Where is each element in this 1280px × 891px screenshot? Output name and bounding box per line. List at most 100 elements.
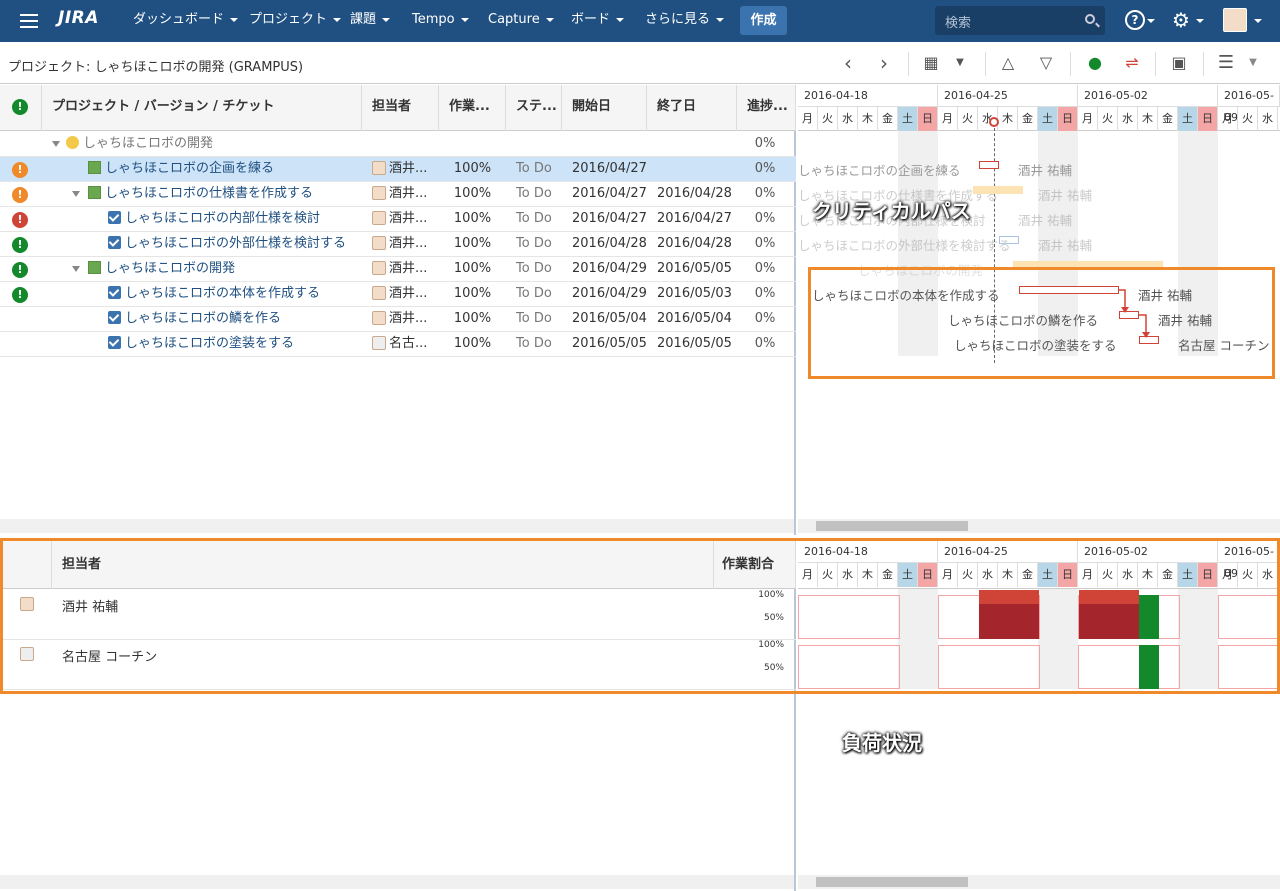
assignee-header[interactable]: 担当者 (52, 541, 714, 589)
end-cell: 2016/05/05 (657, 261, 732, 276)
scale-100: 100% (758, 640, 784, 650)
name-cell[interactable]: しゃちほこロボの仕様書を作成する (72, 182, 313, 207)
resource-scrollbar[interactable] (0, 875, 794, 889)
nav-dashboard[interactable]: ダッシュボード (133, 0, 239, 42)
scale-50: 50% (763, 613, 784, 623)
load-scrollbar[interactable] (798, 875, 1280, 889)
story-icon (88, 261, 101, 274)
name-cell[interactable]: しゃちほこロボの内部仕様を検討 (108, 207, 320, 232)
scale-50: 50% (763, 663, 784, 673)
name-header[interactable]: プロジェクト / バージョン / チケット (42, 85, 362, 131)
table-row[interactable]: しゃちほこロボの塗装をする 名古... 100% To Do 2016/05/0… (0, 332, 796, 357)
expand-down-icon[interactable]: ▽ (1034, 50, 1058, 76)
start-cell: 2016/04/29 (572, 286, 647, 301)
day-label: 木 (858, 563, 878, 587)
name-cell[interactable]: しゃちほこロボの開発 (72, 257, 235, 282)
ok-icon: ! (12, 262, 28, 278)
table-row[interactable]: ! しゃちほこロボの企画を練る 酒井... 100% To Do 2016/04… (0, 157, 796, 182)
name-cell[interactable]: しゃちほこロボの企画を練る (88, 157, 274, 182)
end-cell: 2016/05/05 (657, 336, 732, 351)
chevron-down-icon[interactable]: ▼ (1246, 50, 1260, 76)
ok-icon: ! (12, 237, 28, 253)
table-row[interactable]: ! しゃちほこロボの本体を作成する 酒井... 100% To Do 2016/… (0, 282, 796, 307)
status-header[interactable]: ! (0, 85, 42, 131)
search-icon[interactable] (1085, 14, 1095, 24)
search-input[interactable]: 検索 (935, 6, 1105, 35)
critical-path-icon[interactable]: ⇌ (1119, 50, 1145, 76)
create-button[interactable]: 作成 (740, 6, 787, 35)
table-row[interactable]: ! しゃちほこロボの外部仕様を検討する 酒井... 100% To Do 201… (0, 232, 796, 257)
end-header[interactable]: 終了日 (647, 85, 737, 131)
resource-header: 担当者 作業割合 (0, 541, 796, 589)
nav-boards[interactable]: ボード (571, 0, 625, 42)
progress-cell: 0% (754, 136, 776, 151)
project-icon (66, 136, 79, 149)
progress-cell: 0% (754, 311, 776, 326)
user-avatar[interactable] (1223, 8, 1247, 32)
load-timeline-header: 2016-04-18 2016-04-25 2016-05-02 2016-05… (798, 541, 1280, 589)
resource-row[interactable]: 名古屋 コーチン 100% 50% (0, 640, 796, 690)
progress-cell: 0% (754, 286, 776, 301)
calendar-icon[interactable]: ▦ (918, 50, 944, 76)
overload-top (1079, 590, 1139, 604)
menu-icon[interactable] (20, 14, 38, 28)
table-row[interactable]: ! しゃちほこロボの内部仕様を検討 酒井... 100% To Do 2016/… (0, 207, 796, 232)
nav-more[interactable]: さらに見る (645, 0, 725, 42)
start-cell: 2016/04/29 (572, 261, 647, 276)
day-label: 月 (1218, 563, 1238, 587)
table-row[interactable]: しゃちほこロボの開発 0% (0, 132, 796, 157)
name-cell[interactable]: しゃちほこロボの塗装をする (108, 332, 294, 357)
save-icon[interactable]: ▣ (1166, 50, 1192, 76)
day-label: 水 (1118, 563, 1138, 587)
state-header[interactable]: ステ... (506, 85, 562, 131)
start-cell: 2016/05/04 (572, 311, 647, 326)
day-label: 月 (938, 563, 958, 587)
grid-scrollbar[interactable] (0, 519, 794, 533)
nav-projects[interactable]: プロジェクト (249, 0, 342, 42)
day-label: 火 (958, 563, 978, 587)
jira-logo[interactable]: JIRA (58, 8, 99, 28)
table-row[interactable]: しゃちほこロボの鱗を作る 酒井... 100% To Do 2016/05/04… (0, 307, 796, 332)
help-icon[interactable]: ? (1125, 10, 1145, 30)
start-cell: 2016/04/28 (572, 236, 647, 251)
day-label: 月 (798, 563, 818, 587)
state-cell: To Do (516, 186, 552, 201)
resource-icon[interactable]: ● (1082, 50, 1108, 76)
name-cell[interactable]: しゃちほこロボの開発 (52, 132, 213, 157)
name-cell[interactable]: しゃちほこロボの外部仕様を検討する (108, 232, 346, 257)
nav-capture[interactable]: Capture (488, 0, 554, 42)
work-header[interactable]: 作業... (439, 85, 506, 131)
progress-cell: 0% (754, 261, 776, 276)
work-cell: 100% (453, 211, 492, 226)
table-row[interactable]: ! しゃちほこロボの開発 酒井... 100% To Do 2016/04/29… (0, 257, 796, 282)
start-header[interactable]: 開始日 (562, 85, 647, 131)
work-cell: 100% (453, 236, 492, 251)
day-label: 月 (1078, 563, 1098, 587)
ratio-header[interactable]: 作業割合 (714, 541, 796, 589)
next-icon[interactable]: › (874, 50, 894, 76)
gear-icon[interactable]: ⚙ (1172, 8, 1190, 32)
resource-name: 酒井 祐輔 (62, 600, 119, 615)
nav-issues[interactable]: 課題 (350, 0, 391, 42)
chevron-down-icon[interactable]: ▼ (953, 50, 967, 76)
scale-100: 100% (758, 590, 784, 600)
day-label: 火 (1238, 563, 1258, 587)
subtask-icon (108, 211, 121, 224)
warning-icon: ! (12, 187, 28, 203)
collapse-up-icon[interactable]: △ (996, 50, 1020, 76)
progress-header[interactable]: 進捗... (737, 85, 796, 131)
assignee-cell: 酒井... (372, 232, 427, 257)
name-cell[interactable]: しゃちほこロボの鱗を作る (108, 307, 281, 332)
menu-lines-icon[interactable]: ☰ (1213, 50, 1239, 76)
assignee-cell: 酒井... (372, 182, 427, 207)
avatar (372, 211, 386, 225)
nav-tempo[interactable]: Tempo (412, 0, 469, 42)
gantt-scrollbar[interactable] (798, 519, 1280, 533)
assignee-header[interactable]: 担当者 (362, 85, 439, 131)
end-cell: 2016/04/28 (657, 236, 732, 251)
table-row[interactable]: ! しゃちほこロボの仕様書を作成する 酒井... 100% To Do 2016… (0, 182, 796, 207)
resource-row[interactable]: 酒井 祐輔 100% 50% (0, 590, 796, 640)
prev-icon[interactable]: ‹ (838, 50, 858, 76)
progress-cell: 0% (754, 161, 776, 176)
name-cell[interactable]: しゃちほこロボの本体を作成する (108, 282, 320, 307)
